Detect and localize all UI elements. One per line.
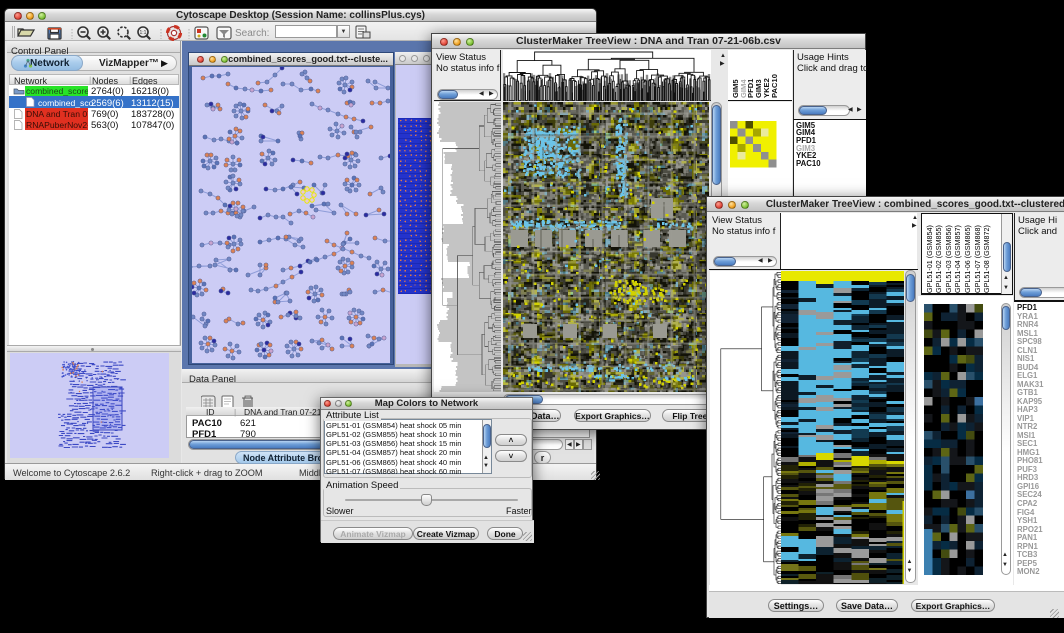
svg-text:1:1: 1:1 (140, 30, 147, 36)
